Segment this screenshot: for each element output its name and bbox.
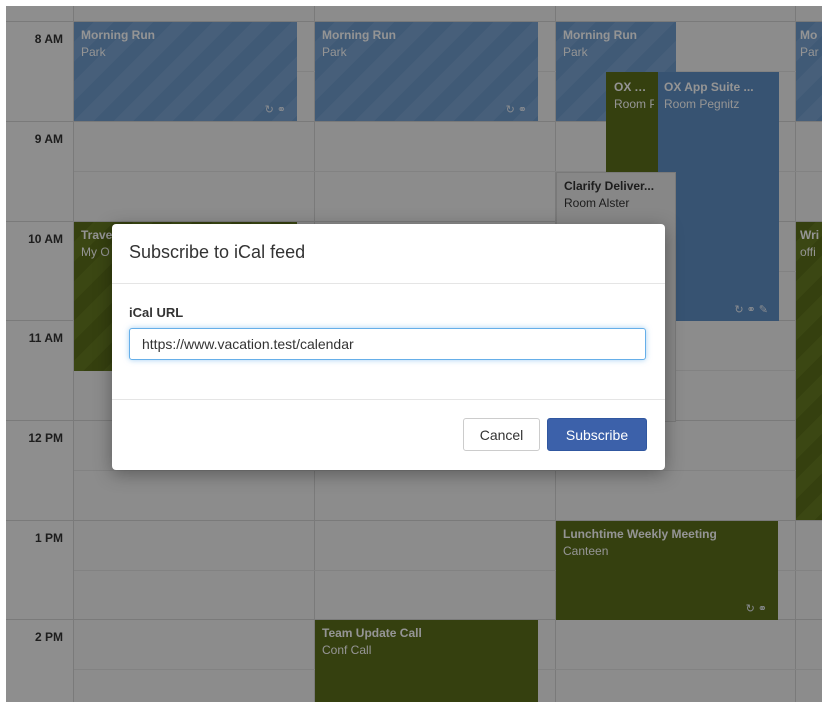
dialog-header: Subscribe to iCal feed: [112, 224, 665, 284]
ical-url-input[interactable]: [129, 328, 646, 360]
dialog-body: iCal URL: [112, 284, 665, 400]
cancel-button[interactable]: Cancel: [463, 418, 540, 451]
dialog-footer: Cancel Subscribe: [112, 400, 665, 470]
dialog-title: Subscribe to iCal feed: [129, 242, 306, 262]
subscribe-ical-dialog: Subscribe to iCal feed iCal URL Cancel S…: [112, 224, 665, 470]
ical-url-label: iCal URL: [129, 305, 184, 320]
subscribe-button[interactable]: Subscribe: [547, 418, 647, 451]
